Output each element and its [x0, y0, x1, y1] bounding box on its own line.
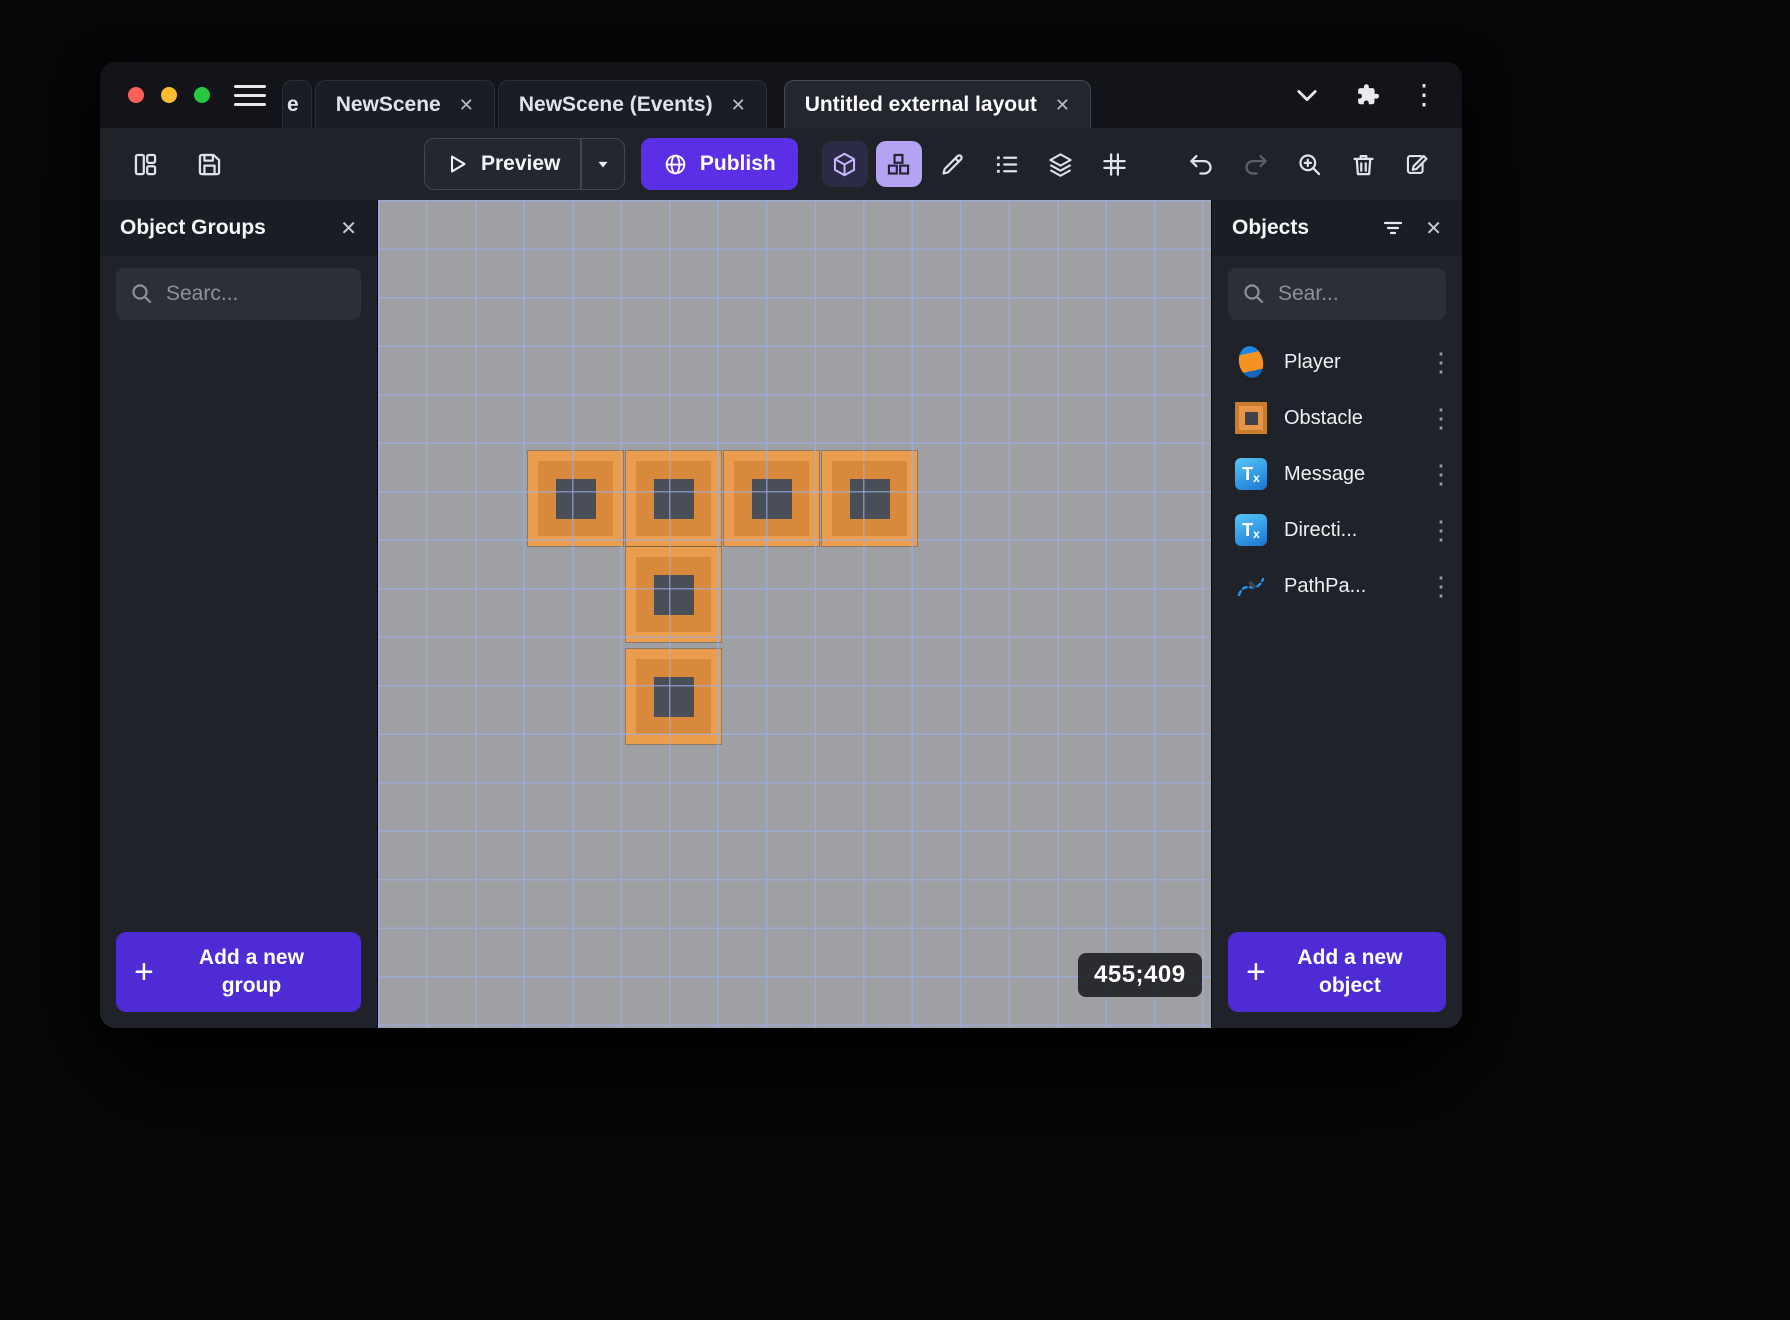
- trash-icon[interactable]: [1340, 141, 1386, 187]
- close-panel-icon[interactable]: ✕: [340, 216, 357, 241]
- objects-header: Objects ✕: [1212, 200, 1462, 256]
- tab-untitled-external-layout[interactable]: Untitled external layout ✕: [783, 80, 1091, 128]
- object-label: PathPa...: [1284, 574, 1367, 597]
- obstacle-instance[interactable]: [528, 451, 623, 546]
- groups-search-box[interactable]: [116, 268, 361, 320]
- extensions-puzzle-icon[interactable]: [1350, 78, 1384, 112]
- object-menu-icon[interactable]: ⋮: [1428, 349, 1454, 375]
- object-label: Message: [1284, 462, 1366, 485]
- add-object-button[interactable]: + Add a new object: [1228, 932, 1446, 1012]
- obstacle-instance[interactable]: [724, 451, 819, 546]
- tab-partial[interactable]: e: [282, 80, 312, 128]
- object-menu-icon[interactable]: ⋮: [1428, 517, 1454, 543]
- tab-label: NewScene: [335, 92, 441, 116]
- text-object-icon: Tx: [1234, 513, 1268, 547]
- object-label: Directi...: [1284, 518, 1358, 541]
- object-item-pathpainter[interactable]: PathPa... ⋮: [1212, 558, 1462, 614]
- save-icon[interactable]: [186, 141, 232, 187]
- add-object-label: Add a new object: [1297, 945, 1403, 997]
- add-group-button[interactable]: + Add a new group: [116, 932, 361, 1012]
- object-item-obstacle[interactable]: Obstacle ⋮: [1212, 390, 1462, 446]
- obstacle-icon: [1234, 401, 1268, 435]
- search-icon: [130, 282, 154, 306]
- tab-label: NewScene (Events): [518, 92, 713, 116]
- object-item-player[interactable]: Player ⋮: [1212, 334, 1462, 390]
- tiles-layer: [378, 200, 1211, 1028]
- tab-newscene[interactable]: NewScene ✕: [314, 80, 495, 128]
- obstacle-instance[interactable]: [626, 547, 721, 642]
- globe-icon: [663, 152, 688, 177]
- tab-newscene-events[interactable]: NewScene (Events) ✕: [497, 80, 767, 128]
- panel-title: Objects: [1232, 216, 1310, 239]
- close-tab-icon[interactable]: ✕: [731, 96, 746, 114]
- chevron-down-icon[interactable]: [1290, 78, 1324, 112]
- instances-cubes-icon[interactable]: [875, 141, 922, 187]
- toolbar: Preview Publish: [100, 128, 1462, 200]
- text-object-icon: Tx: [1234, 457, 1268, 491]
- objects-list: Player ⋮ Obstacle ⋮ Tx Message ⋮ T x Dir…: [1212, 328, 1462, 916]
- close-tab-icon[interactable]: ✕: [1055, 96, 1070, 114]
- plus-icon: +: [134, 953, 154, 991]
- obstacle-instance[interactable]: [822, 451, 917, 546]
- minimize-window-button[interactable]: [161, 87, 177, 103]
- object-groups-panel: Object Groups ✕ + Add a new group: [100, 200, 377, 1028]
- object-groups-header: Object Groups ✕: [100, 200, 377, 256]
- filter-icon[interactable]: [1381, 216, 1405, 240]
- plus-icon: +: [1246, 953, 1266, 991]
- pencil-icon[interactable]: [930, 141, 976, 187]
- object-item-message[interactable]: Tx Message ⋮: [1212, 446, 1462, 502]
- undo-icon[interactable]: [1178, 141, 1224, 187]
- preview-label: Preview: [481, 152, 561, 175]
- window-controls: [100, 87, 210, 103]
- more-options-icon[interactable]: ⋮: [1410, 81, 1438, 109]
- groups-search-input[interactable]: [166, 282, 347, 306]
- preview-options-button[interactable]: [582, 139, 624, 189]
- app-window: e NewScene ✕ NewScene (Events) ✕ Untitle…: [100, 62, 1462, 1028]
- path-object-icon: [1234, 569, 1268, 603]
- tab-label: Untitled external layout: [804, 92, 1037, 116]
- edit-scene-icon[interactable]: [1394, 141, 1440, 187]
- object-item-directions[interactable]: Tx Directi... ⋮: [1212, 502, 1462, 558]
- redo-icon[interactable]: [1232, 141, 1278, 187]
- object-label: Player: [1284, 350, 1341, 373]
- object-menu-icon[interactable]: ⋮: [1428, 573, 1454, 599]
- object-menu-icon[interactable]: ⋮: [1428, 405, 1454, 431]
- close-tab-icon[interactable]: ✕: [459, 96, 474, 114]
- close-window-button[interactable]: [128, 87, 144, 103]
- obstacle-instance[interactable]: [626, 451, 721, 546]
- instances-list-icon[interactable]: [984, 141, 1030, 187]
- player-icon: [1234, 343, 1268, 381]
- tab-label: e: [287, 92, 299, 116]
- object-menu-icon[interactable]: ⋮: [1428, 461, 1454, 487]
- search-icon: [1242, 282, 1266, 306]
- publish-label: Publish: [699, 152, 776, 175]
- zoom-in-icon[interactable]: [1286, 141, 1332, 187]
- grid-icon[interactable]: [1092, 141, 1138, 187]
- object-label: Obstacle: [1284, 406, 1363, 429]
- object-groups-list: [100, 328, 377, 916]
- project-manager-icon[interactable]: [122, 141, 168, 187]
- tab-bar: e NewScene ✕ NewScene (Events) ✕ Untitle…: [100, 62, 1462, 128]
- obstacle-instance[interactable]: [626, 649, 721, 744]
- objects-search-box[interactable]: [1228, 268, 1446, 320]
- objects-search-input[interactable]: [1278, 282, 1432, 306]
- scene-canvas[interactable]: 455;409: [377, 200, 1212, 1028]
- layers-icon[interactable]: [1038, 141, 1084, 187]
- main-menu-button[interactable]: [234, 84, 266, 106]
- main-area: Object Groups ✕ + Add a new group: [100, 200, 1462, 1028]
- objects-panel: Objects ✕ Player ⋮: [1212, 200, 1462, 1028]
- cursor-coordinates: 455;409: [1078, 953, 1202, 997]
- panel-title: Object Groups: [120, 216, 266, 239]
- close-panel-icon[interactable]: ✕: [1425, 216, 1442, 241]
- play-icon: [445, 152, 469, 176]
- maximize-window-button[interactable]: [194, 87, 210, 103]
- publish-button[interactable]: Publish: [640, 138, 798, 190]
- add-group-label: Add a new group: [198, 945, 304, 997]
- preview-button[interactable]: Preview: [424, 138, 625, 190]
- 3d-box-icon[interactable]: [821, 141, 868, 187]
